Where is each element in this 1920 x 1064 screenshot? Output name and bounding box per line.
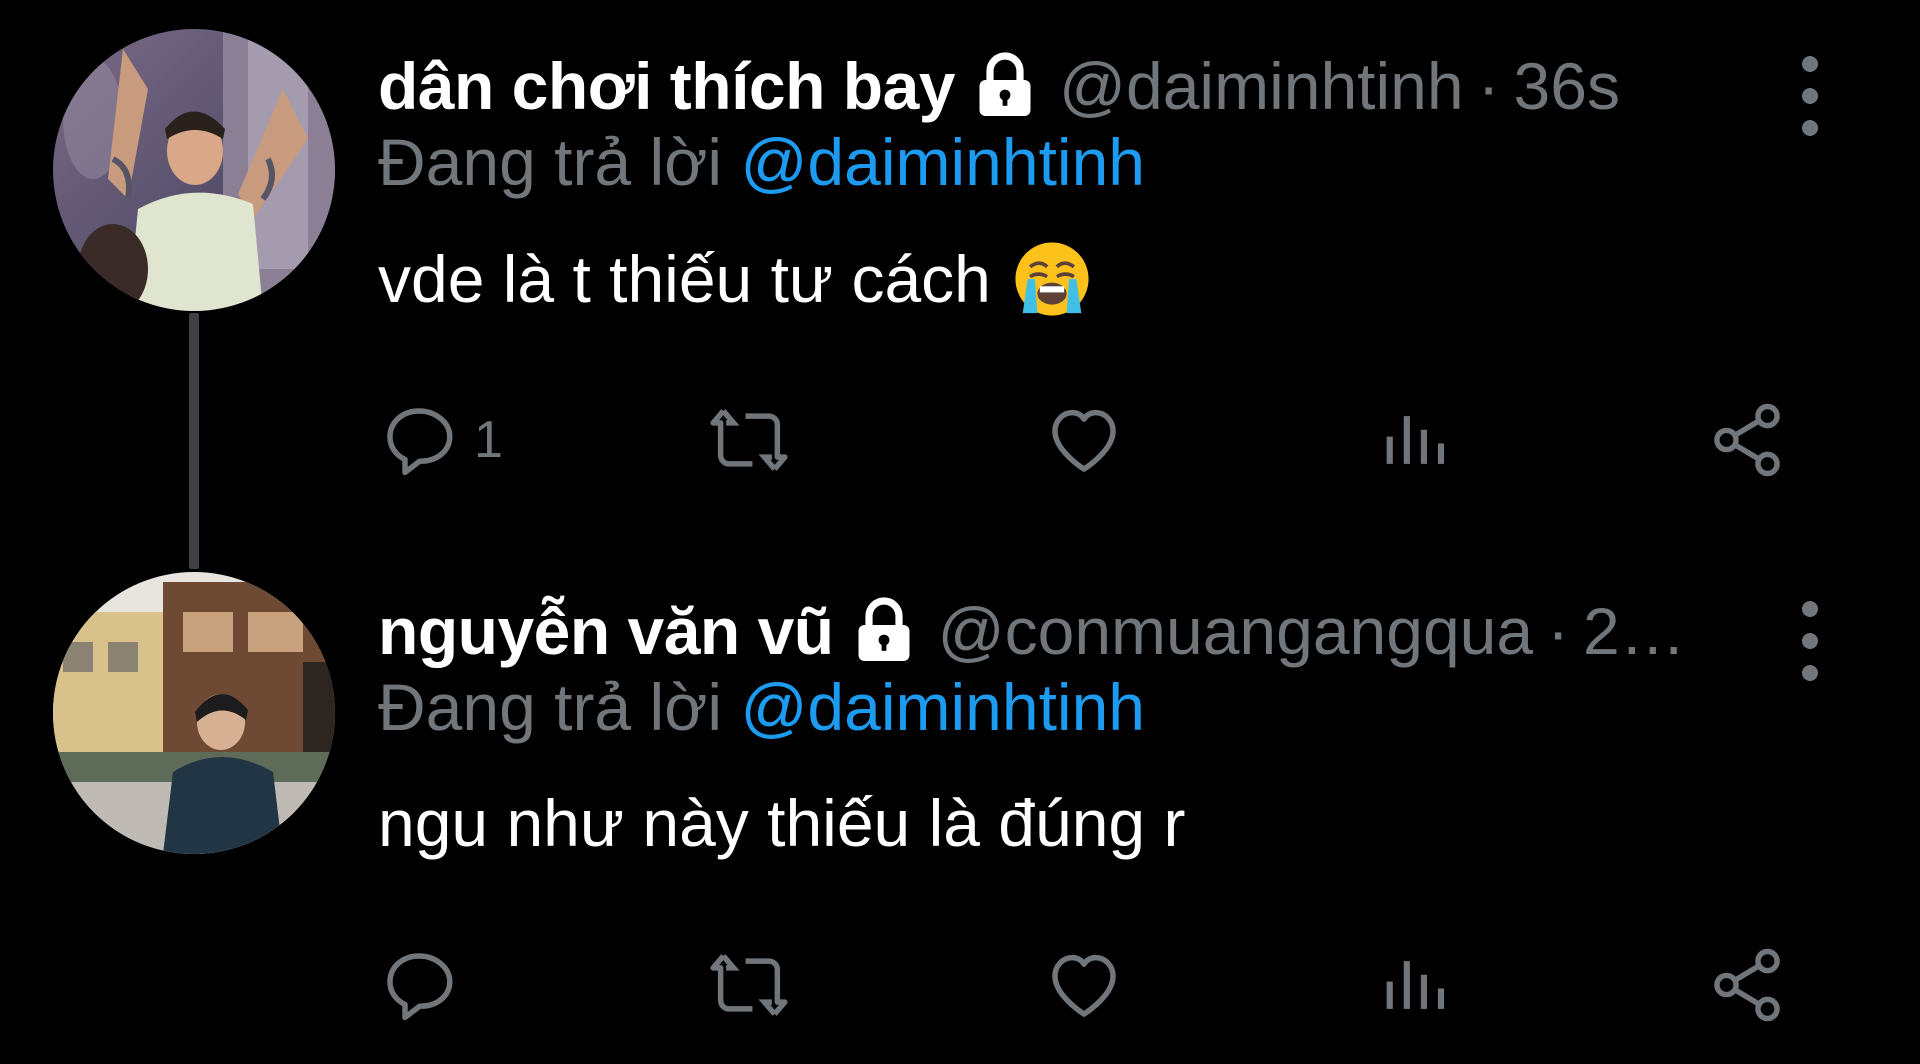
- retweet-button[interactable]: [708, 940, 790, 1030]
- lock-icon: [858, 597, 910, 661]
- crying-face-emoji-icon: [1015, 242, 1089, 316]
- replying-to: Đang trả lời @daiminhtinh: [378, 669, 1145, 759]
- views-icon: [1386, 416, 1445, 464]
- tweet-actions: [378, 940, 1808, 1030]
- tweet-header: nguyễn văn vũ @conmuangangqua · 2…: [378, 591, 1768, 671]
- tweet-text: vde là t thiếu tư cách: [378, 240, 1091, 318]
- display-name[interactable]: dân chơi thích bay: [378, 48, 956, 124]
- replying-to-label: Đang trả lời: [378, 125, 723, 199]
- lock-icon: [979, 52, 1031, 116]
- more-vertical-icon[interactable]: [1782, 591, 1838, 691]
- share-button[interactable]: [1706, 940, 1788, 1030]
- tweet-actions: 1: [378, 395, 1808, 485]
- reply-count: 1: [474, 411, 503, 469]
- share-icon: [1714, 403, 1780, 477]
- replying-to: Đang trả lời @daiminhtinh: [378, 124, 1145, 214]
- tweet-header: dân chơi thích bay @daiminhtinh · 36s: [378, 46, 1768, 126]
- views-button[interactable]: [1373, 940, 1455, 1030]
- reply-icon: [387, 953, 453, 1021]
- views-icon: [1386, 961, 1445, 1009]
- mention-link[interactable]: @daiminhtinh: [740, 125, 1145, 199]
- timestamp[interactable]: 36s: [1514, 48, 1620, 124]
- like-button[interactable]: [1043, 940, 1125, 1030]
- avatar[interactable]: [53, 29, 335, 311]
- user-handle[interactable]: @daiminhtinh: [1059, 48, 1464, 124]
- reply-button[interactable]: 1: [378, 395, 503, 485]
- user-handle[interactable]: @conmuangangqua: [938, 593, 1533, 669]
- share-button[interactable]: [1706, 395, 1788, 485]
- replying-to-label: Đang trả lời: [378, 670, 723, 744]
- heart-icon: [1052, 409, 1116, 472]
- avatar-image: [53, 572, 335, 854]
- more-vertical-icon[interactable]: [1782, 46, 1838, 146]
- separator: ·: [1477, 49, 1500, 123]
- separator: ·: [1547, 594, 1570, 668]
- tweet-text-content: vde là t thiếu tư cách: [378, 242, 991, 316]
- reply-button[interactable]: [378, 940, 474, 1030]
- reply-icon: [387, 408, 453, 476]
- heart-icon: [1052, 954, 1116, 1017]
- timestamp[interactable]: 2…: [1583, 593, 1686, 669]
- tweet[interactable]: nguyễn văn vũ @conmuangangqua · 2… Đang …: [0, 545, 1920, 1064]
- tweet[interactable]: dân chơi thích bay @daiminhtinh · 36s Đa…: [0, 0, 1920, 545]
- display-name[interactable]: nguyễn văn vũ: [378, 593, 834, 669]
- views-button[interactable]: [1373, 395, 1455, 485]
- tweet-text: ngu như này thiếu là đúng r: [378, 785, 1185, 861]
- mention-link[interactable]: @daiminhtinh: [740, 670, 1145, 744]
- avatar[interactable]: [53, 572, 335, 854]
- tweet-text-content: ngu như này thiếu là đúng r: [378, 786, 1186, 860]
- share-icon: [1714, 948, 1780, 1022]
- like-button[interactable]: [1043, 395, 1125, 485]
- retweet-icon: [710, 954, 788, 1016]
- retweet-icon: [710, 409, 788, 471]
- retweet-button[interactable]: [708, 395, 790, 485]
- avatar-image: [53, 29, 335, 311]
